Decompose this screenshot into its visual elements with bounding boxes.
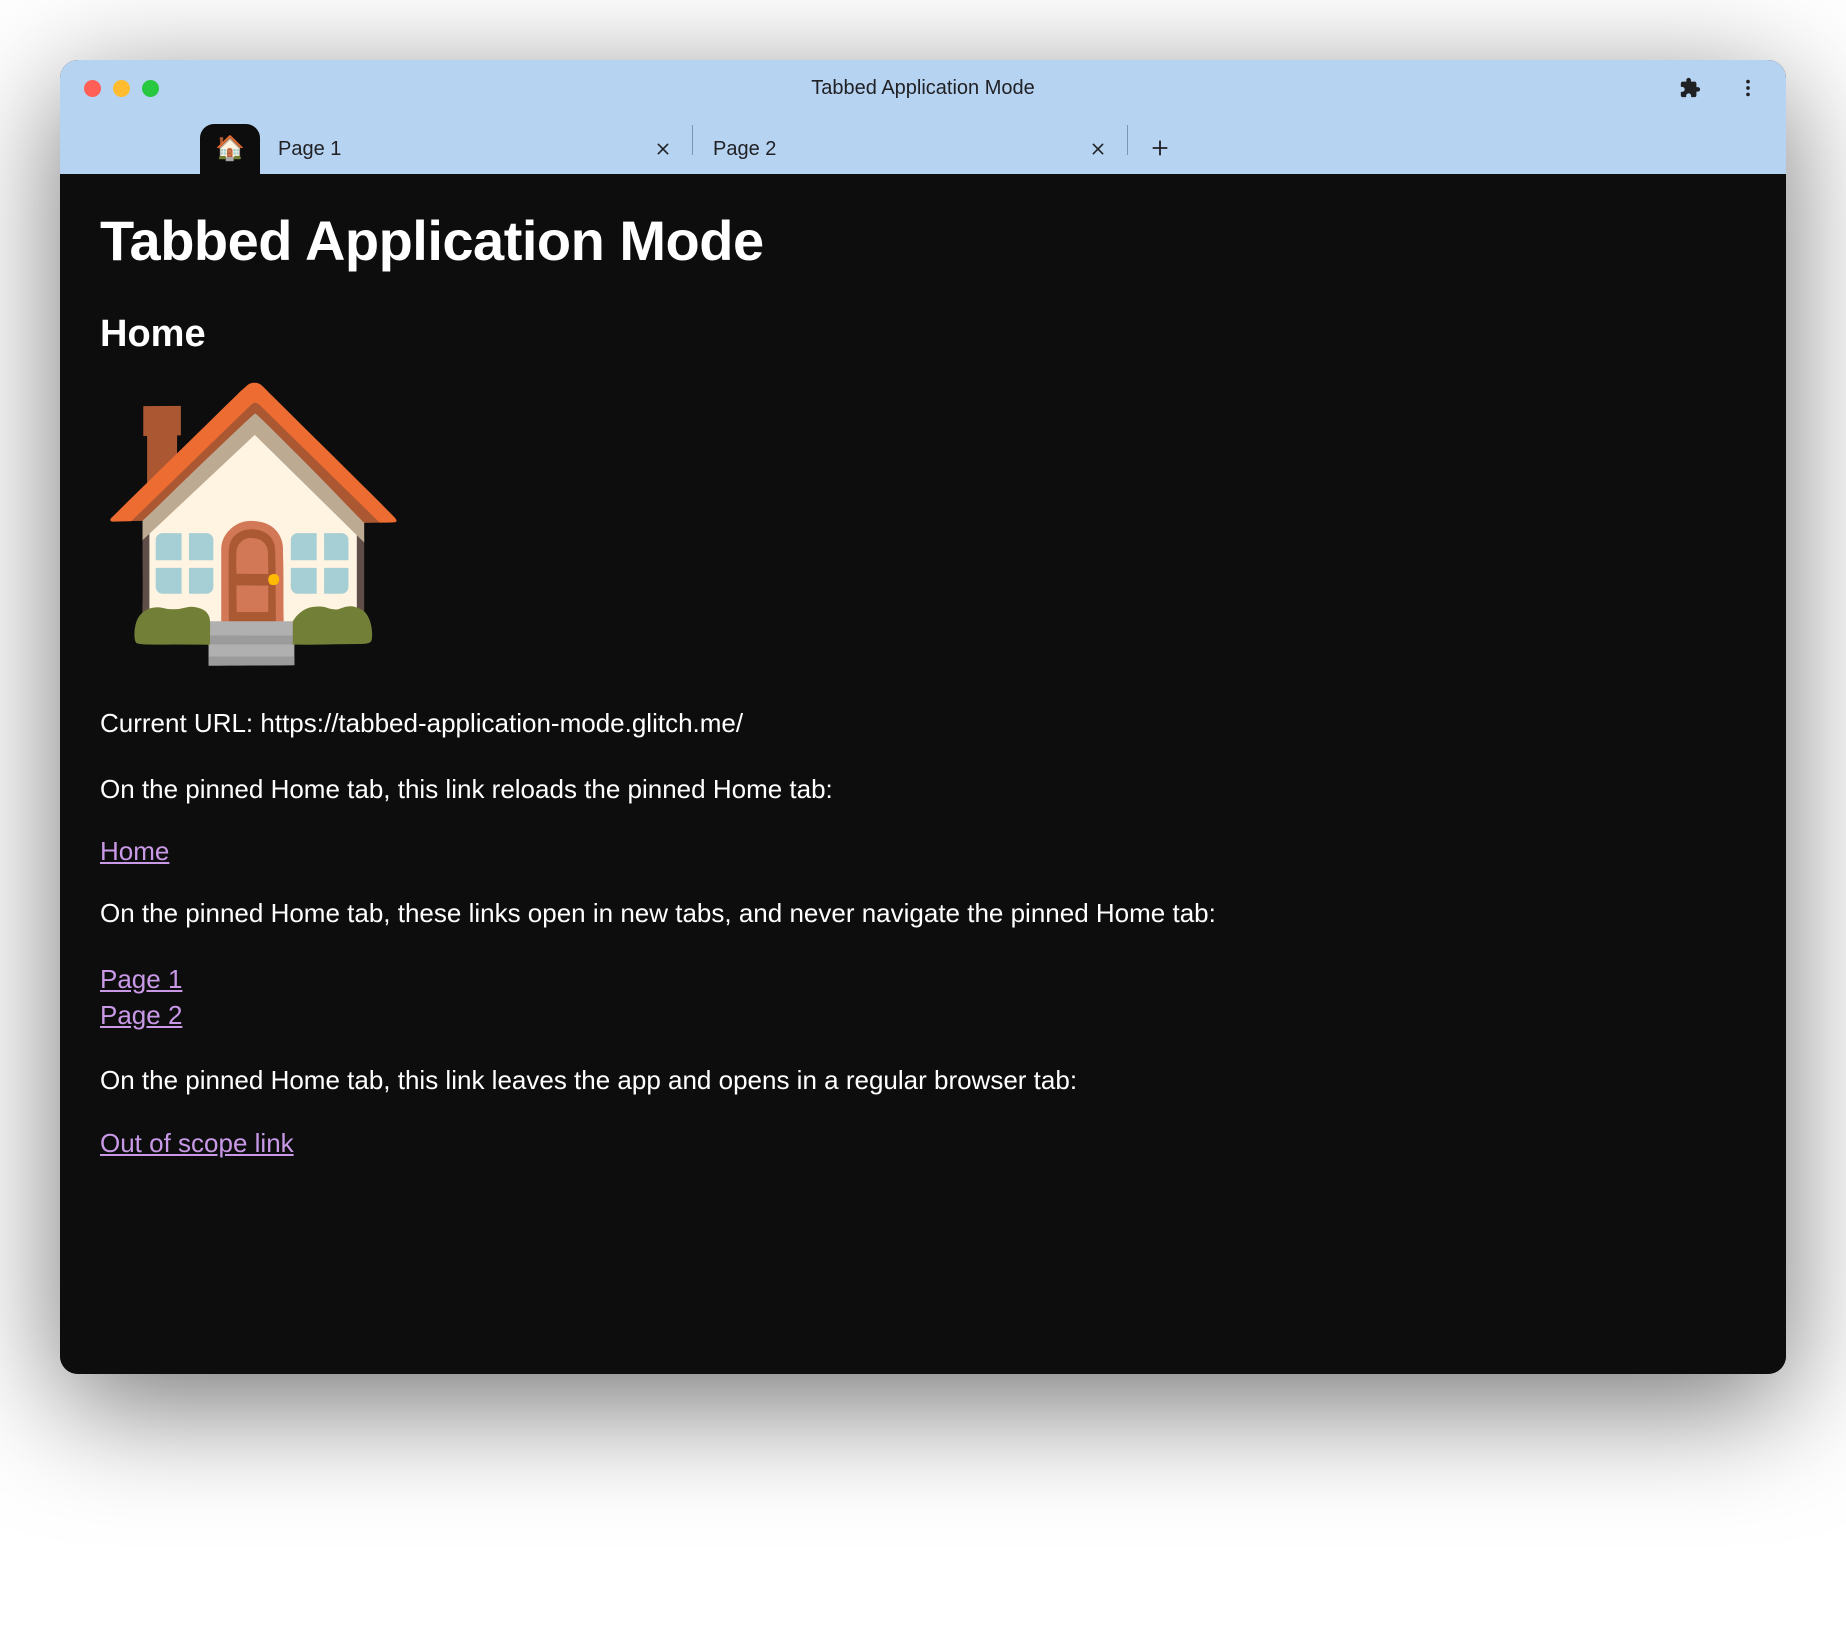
tab-close-button[interactable] <box>1085 136 1111 162</box>
tab-page-1[interactable]: Page 1 <box>260 124 690 174</box>
close-icon <box>1090 141 1106 157</box>
tab-page-2[interactable]: Page 2 <box>695 124 1125 174</box>
current-url-line: Current URL: https://tabbed-application-… <box>100 705 1746 743</box>
home-icon: 🏠 <box>215 137 245 161</box>
tab-strip: 🏠 Page 1 Page 2 <box>60 116 1786 174</box>
tab-close-button[interactable] <box>650 136 676 162</box>
window-close-button[interactable] <box>84 80 101 97</box>
plus-icon <box>1150 138 1170 158</box>
link-page-1[interactable]: Page 1 <box>100 961 1746 997</box>
link-page-2[interactable]: Page 2 <box>100 997 1746 1033</box>
tab-label: Page 1 <box>278 138 650 161</box>
app-window: Tabbed Application Mode <box>60 60 1786 1374</box>
tab-separator <box>1127 125 1128 155</box>
tab-label: Page 2 <box>713 138 1085 161</box>
page-subtitle: Home <box>100 313 1746 356</box>
puzzle-piece-icon <box>1679 77 1701 99</box>
paragraph-newtabs: On the pinned Home tab, these links open… <box>100 895 1746 933</box>
current-url-value: https://tabbed-application-mode.glitch.m… <box>260 708 743 738</box>
window-title: Tabbed Application Mode <box>811 77 1035 100</box>
paragraph-outofscope: On the pinned Home tab, this link leaves… <box>100 1062 1746 1100</box>
new-tab-button[interactable] <box>1138 126 1182 170</box>
extensions-button[interactable] <box>1670 68 1710 108</box>
window-maximize-button[interactable] <box>142 80 159 97</box>
app-menu-button[interactable] <box>1728 68 1768 108</box>
current-url-label: Current URL: <box>100 708 260 738</box>
tab-separator <box>692 125 693 155</box>
kebab-menu-icon <box>1737 77 1759 99</box>
link-home[interactable]: Home <box>100 836 169 867</box>
close-icon <box>655 141 671 157</box>
traffic-lights <box>84 60 159 116</box>
tab-pinned-home[interactable]: 🏠 <box>200 124 260 174</box>
window-minimize-button[interactable] <box>113 80 130 97</box>
page-content: Tabbed Application Mode Home 🏠 Current U… <box>60 174 1786 1374</box>
house-icon: 🏠 <box>92 390 1746 650</box>
page-title: Tabbed Application Mode <box>100 208 1746 273</box>
paragraph-reload: On the pinned Home tab, this link reload… <box>100 771 1746 809</box>
titlebar: Tabbed Application Mode <box>60 60 1786 116</box>
link-out-of-scope[interactable]: Out of scope link <box>100 1128 294 1159</box>
